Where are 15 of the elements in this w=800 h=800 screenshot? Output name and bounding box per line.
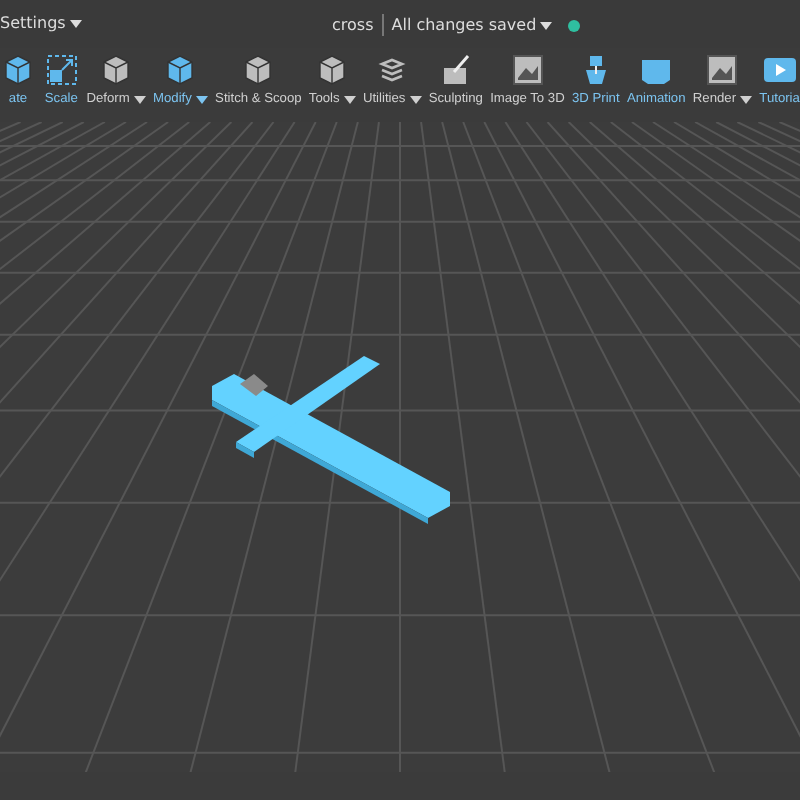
cross-model-drawing[interactable] [212, 356, 450, 524]
scale-icon [43, 52, 80, 88]
caret-icon [740, 95, 753, 103]
caret-icon [195, 95, 208, 103]
image-icon [704, 52, 741, 88]
caret-icon [133, 95, 146, 103]
play-icon [761, 52, 798, 88]
caret-icon [69, 19, 82, 27]
save-status-menu[interactable]: All changes saved [391, 16, 553, 34]
caret-icon [409, 95, 422, 103]
caret-icon [540, 21, 553, 29]
caret-icon [343, 95, 356, 103]
settings-menu[interactable]: Settings [0, 14, 82, 32]
file-name: cross [332, 16, 374, 34]
image-icon [509, 52, 546, 88]
